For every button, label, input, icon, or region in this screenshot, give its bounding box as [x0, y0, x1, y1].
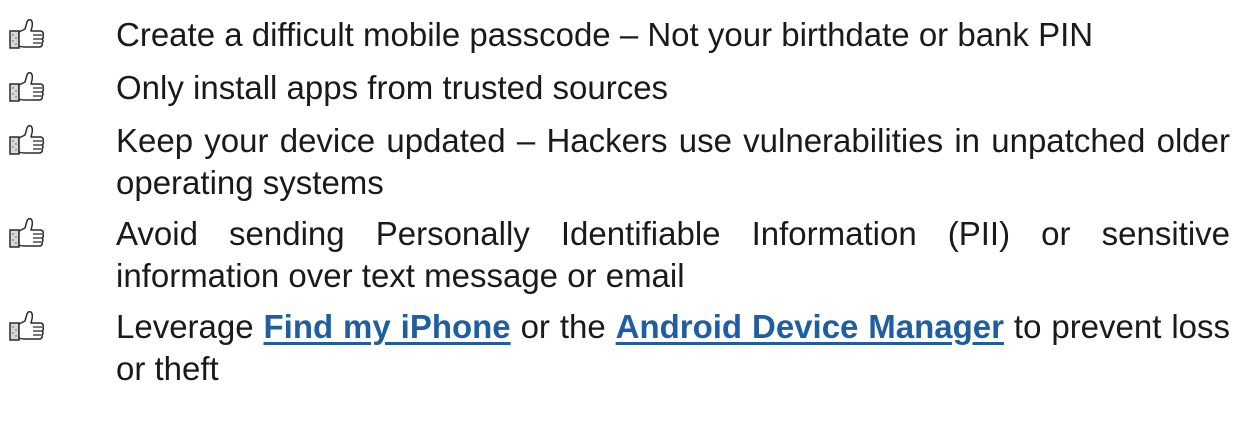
tip-text: Avoid sending Personally Identifiable In…	[116, 215, 1230, 294]
thumbs-up-icon	[9, 310, 45, 342]
tip-text: Create a difficult mobile passcode – Not…	[116, 16, 1094, 53]
tip-text: Only install apps from trusted sources	[116, 69, 669, 106]
thumbs-up-icon	[9, 217, 45, 249]
tip-text-before: Leverage	[116, 308, 264, 345]
thumbs-up-icon	[9, 124, 45, 156]
android-device-manager-link[interactable]: Android Device Manager	[616, 308, 1004, 345]
tip-text: Leverage Find my iPhone or the Android D…	[116, 306, 1230, 390]
thumbs-up-icon	[9, 18, 45, 50]
thumbs-up-icon	[9, 71, 45, 103]
tips-list: Create a difficult mobile passcode – Not…	[0, 0, 1258, 434]
tip-text-middle: or the	[510, 308, 616, 345]
tip-text: Keep your device updated – Hackers use v…	[116, 122, 1230, 201]
find-my-iphone-link[interactable]: Find my iPhone	[264, 308, 511, 345]
